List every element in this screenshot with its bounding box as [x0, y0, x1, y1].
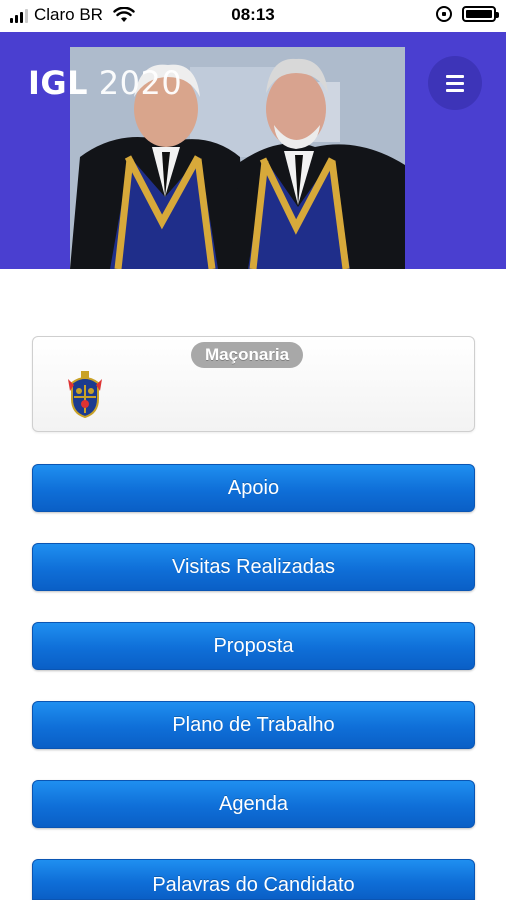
hamburger-menu-icon[interactable]	[428, 56, 482, 110]
battery-icon	[462, 6, 499, 22]
orientation-lock-icon	[436, 6, 452, 22]
app-brand: IGL 2020	[28, 64, 182, 102]
plano-de-trabalho-button[interactable]: Plano de Trabalho	[32, 701, 475, 749]
brand-year: 2020	[88, 64, 183, 102]
status-bar: Claro BR 08:13	[0, 0, 506, 32]
palavras-do-candidato-button[interactable]: Palavras do Candidato	[32, 859, 475, 900]
masonry-card[interactable]: Maçonaria	[32, 336, 475, 432]
card-badge: Maçonaria	[191, 342, 304, 368]
masonic-crest-icon	[68, 371, 102, 419]
status-right	[436, 6, 499, 22]
status-time: 08:13	[231, 5, 275, 24]
proposta-button[interactable]: Proposta	[32, 622, 475, 670]
agenda-button[interactable]: Agenda	[32, 780, 475, 828]
visitas-realizadas-button[interactable]: Visitas Realizadas	[32, 543, 475, 591]
apoio-button[interactable]: Apoio	[32, 464, 475, 512]
app-header: IGL 2020	[0, 32, 506, 269]
brand-bold: IGL	[28, 64, 89, 102]
